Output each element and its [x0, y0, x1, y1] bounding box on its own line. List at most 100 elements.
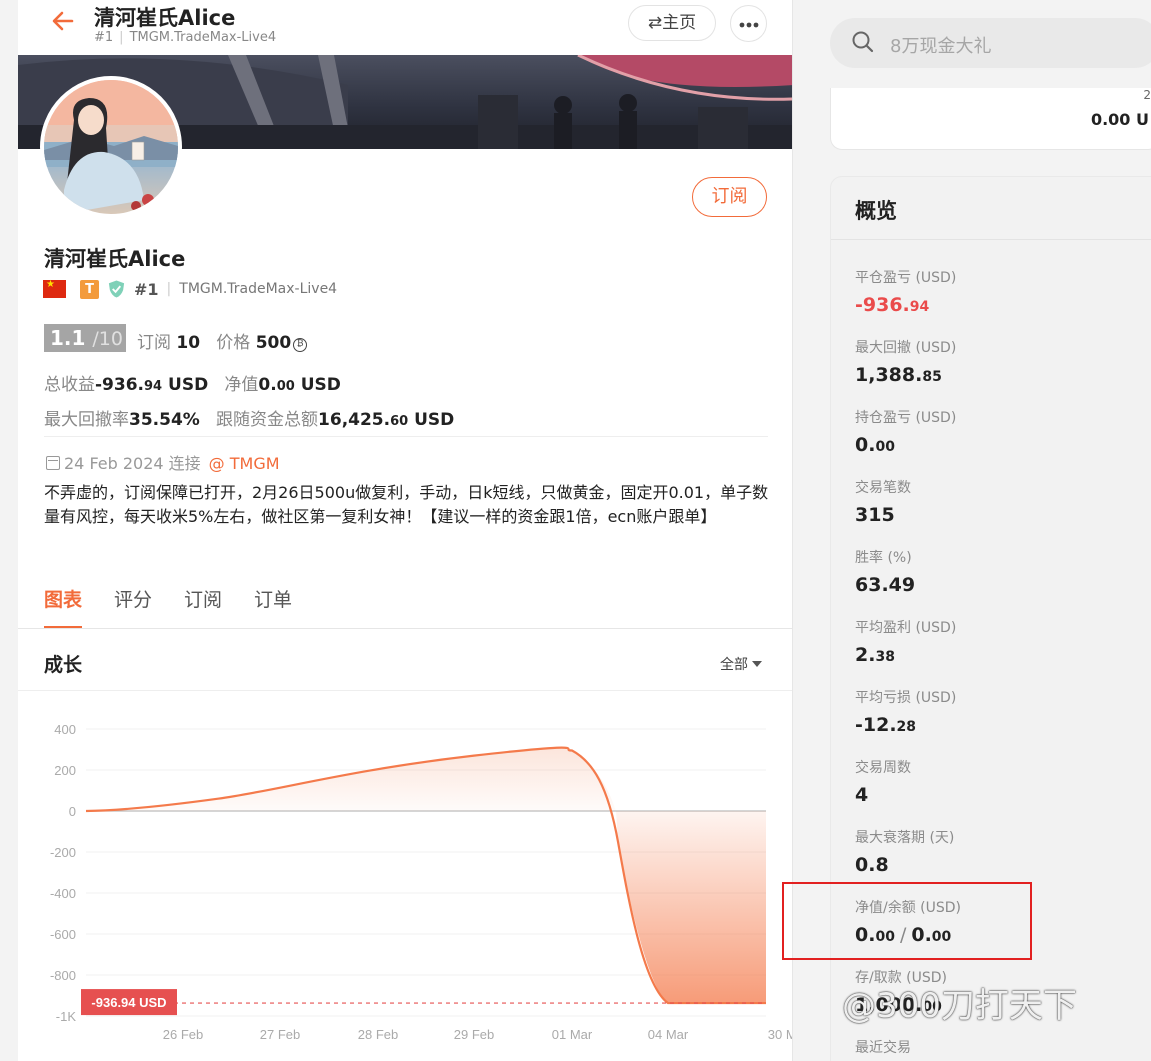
- overview-item-label: 平仓盈亏 (USD): [855, 270, 957, 286]
- overview-item-value: -936.94: [855, 294, 930, 316]
- trader-profile-panel: 清河崔氏Alice #1 | TMGM.TradeMax-Live4 ⇄主页 订…: [18, 0, 793, 1061]
- overview-item: 平均亏损 (USD) -12.28: [855, 687, 956, 736]
- overview-item-value: 4: [855, 784, 869, 806]
- range-filter-label: 全部: [720, 657, 748, 673]
- y-tick-label: -800: [50, 968, 76, 983]
- y-tick-label: -400: [50, 886, 76, 901]
- overview-title: 概览: [855, 199, 897, 223]
- summary-small-value: 2: [1143, 88, 1151, 102]
- area-fill-positive: [86, 747, 616, 811]
- calendar-icon: [46, 456, 60, 470]
- overview-item-label: 平均亏损 (USD): [855, 690, 957, 706]
- range-filter-dropdown[interactable]: 全部: [720, 654, 762, 674]
- tab-orders[interactable]: 订单: [254, 585, 292, 629]
- follow-funds-label: 跟随资金总额: [216, 410, 319, 430]
- area-fill-negative: [616, 811, 766, 1004]
- drawdown-row: 最大回撤率35.54% 跟随资金总额16,425.60 USD: [44, 405, 454, 430]
- top-bar: 清河崔氏Alice #1 | TMGM.TradeMax-Live4 ⇄主页: [18, 0, 792, 55]
- more-button[interactable]: [730, 5, 767, 42]
- equity-label: 净值: [224, 375, 259, 395]
- highlight-box: [782, 882, 1032, 960]
- max-dd-value: 35.54%: [129, 410, 200, 430]
- overview-item-label: 胜率 (%): [855, 550, 912, 566]
- equity-value: 0.00 USD: [258, 375, 341, 395]
- overview-item: 交易周数 4: [855, 757, 911, 806]
- overview-item-label: 最近交易: [855, 1040, 911, 1056]
- growth-title: 成长: [44, 654, 83, 676]
- avatar-illustration: [44, 80, 178, 214]
- header-rank: #1: [94, 30, 114, 45]
- overview-item-label: 持仓盈亏 (USD): [855, 410, 957, 426]
- account-label: TMGM.TradeMax-Live4: [179, 281, 338, 297]
- x-tick-label: 26 Feb: [163, 1027, 203, 1042]
- score-max: /10: [92, 328, 123, 350]
- y-tick-label: 200: [54, 763, 76, 778]
- growth-chart-svg: 400 200 0 -200 -400 -600 -800 -1K 26 Feb 27 Feb 28…: [50, 722, 792, 1042]
- subs-price-row: 订阅 10 价格 500 ₿: [137, 328, 308, 353]
- overview-item-value: 315: [855, 504, 895, 526]
- y-tick-label: -600: [50, 927, 76, 942]
- joined-info: 24 Feb 2024 连接 @ TMGM: [46, 450, 280, 474]
- tab-chart[interactable]: 图表: [44, 585, 83, 629]
- x-tick-label: 27 Feb: [260, 1027, 300, 1042]
- x-tick-label: 29 Feb: [454, 1027, 494, 1042]
- overview-item-label: 最大回撤 (USD): [855, 340, 957, 356]
- more-dots-icon: [739, 22, 758, 28]
- overview-item-value: 63.49: [855, 574, 916, 596]
- badge-row: T #1 | TMGM.TradeMax-Live4: [43, 279, 337, 299]
- page-subtitle: #1 | TMGM.TradeMax-Live4: [94, 30, 277, 45]
- overview-item: 平均盈利 (USD) 2.38: [855, 617, 956, 666]
- caret-down-icon: [752, 661, 762, 667]
- overview-item: 胜率 (%) 63.49: [855, 547, 915, 596]
- overview-item-label: 最大衰落期 (天): [855, 830, 955, 846]
- follow-funds-value: 16,425.60 USD: [318, 410, 455, 430]
- subscribe-button[interactable]: 订阅: [692, 177, 767, 217]
- header-account: TMGM.TradeMax-Live4: [129, 30, 277, 45]
- summary-card: 2 0.00 U: [830, 88, 1151, 150]
- growth-divider: [18, 690, 792, 691]
- coin-icon: ₿: [293, 338, 308, 352]
- overview-item-value: 0.8: [855, 854, 889, 876]
- score-value: 1.1: [50, 326, 86, 350]
- overview-item: 持仓盈亏 (USD) 0.00: [855, 407, 956, 456]
- trader-description: 不弄虚的，订阅保障已打开，2月26日500u做复利，手动，日k短线，只做黄金，固…: [44, 483, 769, 526]
- china-flag-icon: [43, 279, 66, 298]
- tab-subscription[interactable]: 订阅: [184, 585, 222, 629]
- y-tick-label: -1K: [56, 1009, 77, 1024]
- badge-separator: |: [166, 281, 172, 297]
- overview-item-value: 2.38: [855, 644, 895, 666]
- search-placeholder: 8万现金大礼: [890, 36, 992, 57]
- rating-score: 1.1 /10: [44, 324, 126, 352]
- avatar[interactable]: [40, 76, 182, 218]
- back-arrow-icon[interactable]: [50, 8, 76, 34]
- search-bar[interactable]: 8万现金大礼: [830, 18, 1151, 68]
- max-dd-label: 最大回撤率: [44, 410, 129, 430]
- profit-row: 总收益-936.94 USD 净值0.00 USD: [44, 370, 341, 395]
- verified-shield-icon: [108, 280, 125, 298]
- broker-link[interactable]: @ TMGM: [209, 454, 280, 473]
- total-profit-label: 总收益: [44, 375, 95, 395]
- overview-item: 平仓盈亏 (USD) -936.94: [855, 267, 956, 316]
- tab-bar: 图表 评分 订阅 订单: [44, 585, 324, 629]
- tabs-divider: [18, 628, 792, 629]
- overview-item-value: 0.00: [855, 434, 895, 456]
- trader-name: 清河崔氏Alice: [44, 247, 186, 271]
- y-tick-label: 0: [69, 804, 76, 819]
- subs-label: 订阅: [137, 333, 171, 353]
- total-profit-value: -936.94 USD: [95, 375, 209, 395]
- growth-chart[interactable]: 400 200 0 -200 -400 -600 -800 -1K 26 Feb 27 Feb 28…: [18, 700, 792, 1061]
- tab-rating[interactable]: 评分: [114, 585, 152, 629]
- summary-value: 0.00 U: [1090, 110, 1149, 129]
- joined-date: 24 Feb 2024 连接: [64, 454, 201, 473]
- overview-item-value: -12.28: [855, 714, 917, 736]
- page-title: 清河崔氏Alice: [94, 6, 236, 30]
- overview-item: 最近交易: [855, 1037, 911, 1057]
- overview-item-label: 交易笔数: [855, 480, 911, 496]
- overview-item-label: 交易周数: [855, 760, 911, 776]
- home-button[interactable]: ⇄主页: [628, 5, 716, 41]
- final-value-label: -936.94 USD: [91, 995, 166, 1010]
- price-label: 价格: [216, 333, 251, 353]
- rank-label: #1: [134, 279, 159, 299]
- watermark-text: @300刀打天下: [842, 986, 1077, 1026]
- subs-value: 10: [176, 333, 201, 353]
